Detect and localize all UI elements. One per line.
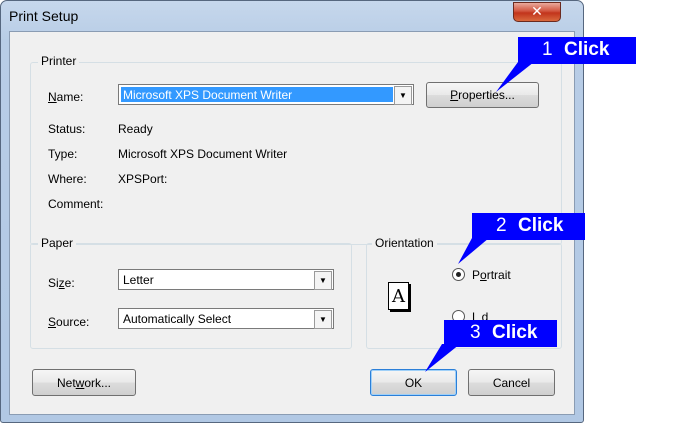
dropdown-arrow-icon[interactable]: ▼ — [314, 271, 332, 290]
callout-3-number: 3 — [470, 322, 481, 343]
callout-1-pointer — [496, 62, 534, 92]
title-bar[interactable]: Print Setup ✕ — [1, 1, 583, 31]
name-label: Name: — [48, 90, 84, 104]
callout-3: 3 Click — [444, 320, 557, 347]
page-a-icon: A — [388, 282, 409, 310]
dropdown-arrow-icon[interactable]: ▼ — [314, 310, 332, 329]
printer-name-select[interactable]: Microsoft XPS Document Writer ▼ — [118, 84, 414, 105]
where-label: Where: — [48, 172, 87, 186]
portrait-label[interactable]: Portrait — [472, 268, 511, 282]
network-button-label: Netork...work... — [56, 375, 112, 390]
paper-size-value: Letter — [123, 273, 154, 287]
paper-source-select[interactable]: Automatically Select ▼ — [118, 308, 334, 329]
comment-label: Comment: — [48, 197, 104, 211]
printer-group-label: Printer — [38, 54, 80, 68]
type-value: Microsoft XPS Document Writer — [118, 147, 288, 161]
close-icon: ✕ — [531, 4, 543, 20]
source-label: Source: — [48, 315, 90, 329]
paper-size-select[interactable]: Letter ▼ — [118, 269, 334, 290]
status-label: Status: — [48, 122, 86, 136]
callout-3-pointer — [425, 344, 460, 372]
paper-source-value: Automatically Select — [123, 312, 232, 326]
callout-2-word: Click — [518, 215, 564, 236]
callout-1-word: Click — [564, 39, 610, 60]
dropdown-arrow-icon[interactable]: ▼ — [394, 86, 412, 105]
paper-group-label: Paper — [38, 236, 77, 250]
callout-2: 2 Click — [472, 213, 585, 240]
callout-2-pointer — [458, 238, 489, 264]
printer-name-value: Microsoft XPS Document Writer — [123, 88, 293, 102]
orientation-group-label: Orientation — [372, 236, 437, 250]
network-button[interactable]: Netork...work... — [32, 369, 136, 396]
window-title: Print Setup — [9, 8, 79, 24]
callout-2-number: 2 — [496, 215, 507, 236]
cancel-button-label: Cancel — [492, 375, 531, 390]
size-label: Size: — [48, 276, 75, 290]
callout-1-number: 1 — [542, 39, 553, 60]
paper-group — [30, 243, 352, 349]
where-value: XPSPort: — [118, 172, 168, 186]
callout-3-word: Click — [492, 322, 538, 343]
portrait-radio-dot — [456, 272, 461, 277]
callout-1: 1 Click — [518, 37, 636, 64]
status-value: Ready — [118, 122, 153, 136]
type-label: Type: — [48, 147, 78, 161]
cancel-button[interactable]: Cancel — [468, 369, 555, 396]
close-button[interactable]: ✕ — [513, 2, 561, 22]
